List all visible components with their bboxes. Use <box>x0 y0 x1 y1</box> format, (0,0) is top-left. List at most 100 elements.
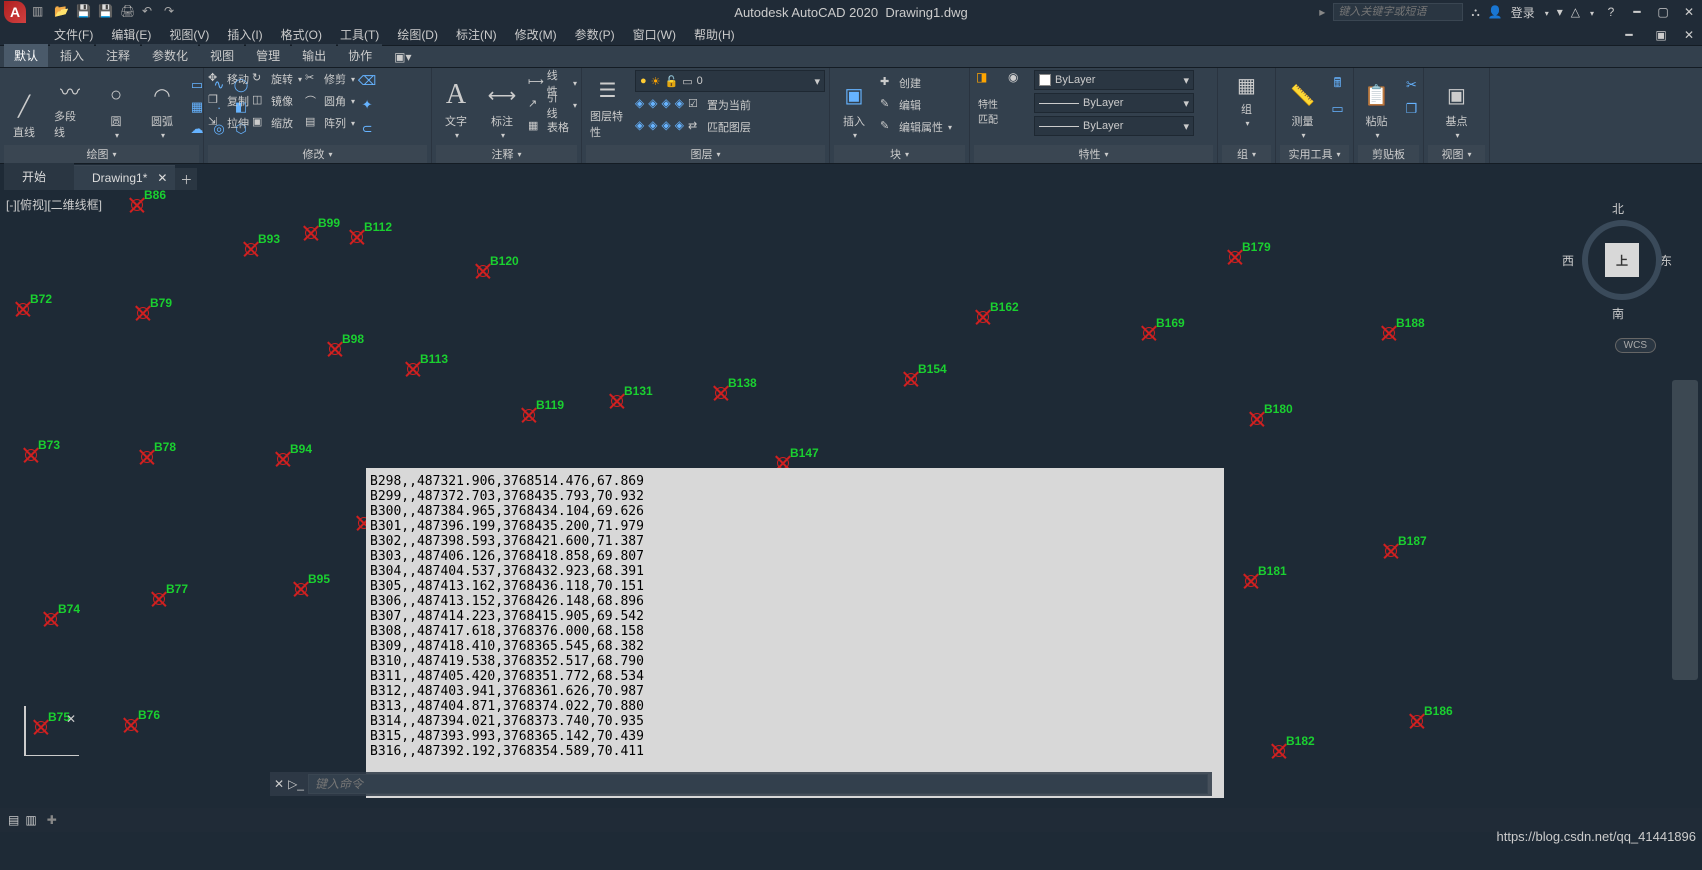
ribbon-tab-manage[interactable]: 管理 <box>246 44 290 67</box>
ribbon-tab-collab[interactable]: 协作 <box>338 44 382 67</box>
survey-point-B181[interactable]: B181 <box>1240 570 1262 592</box>
ribbon-tab-insert[interactable]: 插入 <box>50 44 94 67</box>
paste-button[interactable]: 📋粘贴 <box>1357 70 1397 142</box>
block-create-button[interactable]: ✚创建 <box>880 74 952 92</box>
li3-icon[interactable]: ◈ <box>661 96 670 114</box>
close-button[interactable]: ✕ <box>1680 3 1698 21</box>
view-cube[interactable]: 北 西 东 南 上 <box>1572 200 1662 330</box>
erase-icon[interactable]: ⌫ <box>358 72 376 90</box>
survey-point-B187[interactable]: B187 <box>1380 540 1402 562</box>
polyline-button[interactable]: 〰多段线 <box>50 70 90 142</box>
maximize-button[interactable]: ▢ <box>1654 3 1672 21</box>
survey-point-B154[interactable]: B154 <box>900 368 922 390</box>
viewcube-south[interactable]: 南 <box>1612 305 1624 322</box>
li5-icon[interactable]: ◈ <box>635 118 644 136</box>
li2-icon[interactable]: ◈ <box>648 96 657 114</box>
group-button[interactable]: ▦组 <box>1227 70 1267 130</box>
calc-icon[interactable]: 🖩 <box>1329 76 1347 94</box>
dim-button[interactable]: ⟷标注 <box>482 70 522 142</box>
stretch-button[interactable]: ⇲拉伸 <box>208 114 249 132</box>
block-attr-button[interactable]: ✎编辑属性 <box>880 118 952 136</box>
menu-window[interactable]: 窗口(W) <box>629 24 680 45</box>
menu-format[interactable]: 格式(O) <box>277 24 326 45</box>
minimize-button[interactable]: ━ <box>1628 3 1646 21</box>
panel-title-block[interactable]: 块 <box>834 145 965 163</box>
line-button[interactable]: ╱直线 <box>4 70 44 142</box>
viewcube-north[interactable]: 北 <box>1612 200 1624 217</box>
new-icon[interactable]: ▥ <box>32 4 48 20</box>
li1-icon[interactable]: ◈ <box>635 96 644 114</box>
cart-icon[interactable]: ▾ <box>1557 5 1563 19</box>
arc-button[interactable]: ◠圆弧 <box>142 70 182 142</box>
panel-title-view[interactable]: 视图 <box>1428 145 1485 163</box>
search-arrow-icon[interactable]: ▸ <box>1319 5 1325 19</box>
login-link[interactable]: 登录 <box>1511 4 1535 21</box>
doc-minimize-button[interactable]: ━ <box>1620 26 1638 44</box>
panel-title-group[interactable]: 组 <box>1222 145 1271 163</box>
text-button[interactable]: A文字 <box>436 70 476 142</box>
survey-point-B120[interactable]: B120 <box>472 260 494 282</box>
array-button[interactable]: ▤阵列 <box>305 114 355 132</box>
match-layer-button[interactable]: ⇄匹配图层 <box>688 118 751 136</box>
ribbon-tab-annotate[interactable]: 注释 <box>96 44 140 67</box>
undo-icon[interactable]: ↶ <box>142 4 158 20</box>
menu-file[interactable]: 文件(F) <box>50 24 97 45</box>
li8-icon[interactable]: ◈ <box>675 118 684 136</box>
make-current-button[interactable]: ☑置为当前 <box>688 96 751 114</box>
circle-button[interactable]: ○圆 <box>96 70 136 142</box>
cut-icon[interactable]: ✂ <box>1403 76 1421 94</box>
survey-point-B74[interactable]: B74 <box>40 608 62 630</box>
survey-point-B186[interactable]: B186 <box>1406 710 1428 732</box>
layer-props-button[interactable]: ☰图层特性 <box>586 70 629 142</box>
menu-insert[interactable]: 插入(I) <box>223 24 266 45</box>
model-tab-icon[interactable]: ▤ <box>8 813 19 827</box>
survey-point-B162[interactable]: B162 <box>972 306 994 328</box>
ribbon-tab-default[interactable]: 默认 <box>4 44 48 67</box>
coordinate-list-panel[interactable]: B298,,487321.906,3768514.476,67.869 B299… <box>366 468 1224 798</box>
survey-point-B113[interactable]: B113 <box>402 358 424 380</box>
doc-restore-button[interactable]: ▣ <box>1652 26 1670 44</box>
offset-icon[interactable]: ⊂ <box>358 120 376 138</box>
menu-help[interactable]: 帮助(H) <box>690 24 739 45</box>
explode-icon[interactable]: ✦ <box>358 96 376 114</box>
drawing-canvas[interactable]: [-][俯视][二维线框] B86B72B79B93B99B112B98B120… <box>0 190 1702 808</box>
user-icon[interactable]: 👤 <box>1488 5 1503 19</box>
survey-point-B86[interactable]: B86 <box>126 194 148 216</box>
move-button[interactable]: ✥移动 <box>208 70 249 88</box>
survey-point-B99[interactable]: B99 <box>300 222 322 244</box>
survey-point-B76[interactable]: B76 <box>120 714 142 736</box>
leader-button[interactable]: ↗引线 <box>528 96 577 114</box>
menu-param[interactable]: 参数(P) <box>571 24 619 45</box>
trim-button[interactable]: ✂修剪 <box>305 70 355 88</box>
redo-icon[interactable]: ↷ <box>164 4 180 20</box>
fillet-button[interactable]: ⌒圆角 <box>305 92 355 110</box>
panel-title-clip[interactable]: 剪贴板 <box>1358 145 1419 163</box>
exchange-icon[interactable]: △ <box>1571 5 1580 19</box>
start-tab[interactable]: 开始 <box>4 162 74 190</box>
panel-title-prop[interactable]: 特性 <box>974 145 1213 163</box>
pmatch2-icon[interactable]: ◉ <box>1008 70 1028 90</box>
help-icon[interactable]: ? <box>1602 3 1620 21</box>
li4-icon[interactable]: ◈ <box>675 96 684 114</box>
survey-point-B182[interactable]: B182 <box>1268 740 1290 762</box>
survey-point-B138[interactable]: B138 <box>710 382 732 404</box>
menu-edit[interactable]: 编辑(E) <box>107 24 155 45</box>
plot-icon[interactable]: 🖨 <box>120 4 136 20</box>
open-icon[interactable]: 📂 <box>54 4 70 20</box>
survey-point-B77[interactable]: B77 <box>148 588 170 610</box>
navigation-bar[interactable] <box>1672 380 1698 680</box>
wcs-badge[interactable]: WCS <box>1615 338 1656 353</box>
rotate-button[interactable]: ↻旋转 <box>252 70 302 88</box>
survey-point-B188[interactable]: B188 <box>1378 322 1400 344</box>
ribbon-tab-extra[interactable]: ▣▾ <box>384 47 421 67</box>
keyword-search-input[interactable] <box>1333 3 1463 21</box>
survey-point-B98[interactable]: B98 <box>324 338 346 360</box>
doc-close-button[interactable]: ✕ <box>1680 26 1698 44</box>
add-tab-button[interactable]: ＋ <box>175 168 197 190</box>
survey-point-B78[interactable]: B78 <box>136 446 158 468</box>
li6-icon[interactable]: ◈ <box>648 118 657 136</box>
survey-point-B169[interactable]: B169 <box>1138 322 1160 344</box>
select-icon[interactable]: ▭ <box>1329 100 1347 118</box>
close-tab-icon[interactable]: ✕ <box>157 171 167 185</box>
save-icon[interactable]: 💾 <box>76 4 92 20</box>
